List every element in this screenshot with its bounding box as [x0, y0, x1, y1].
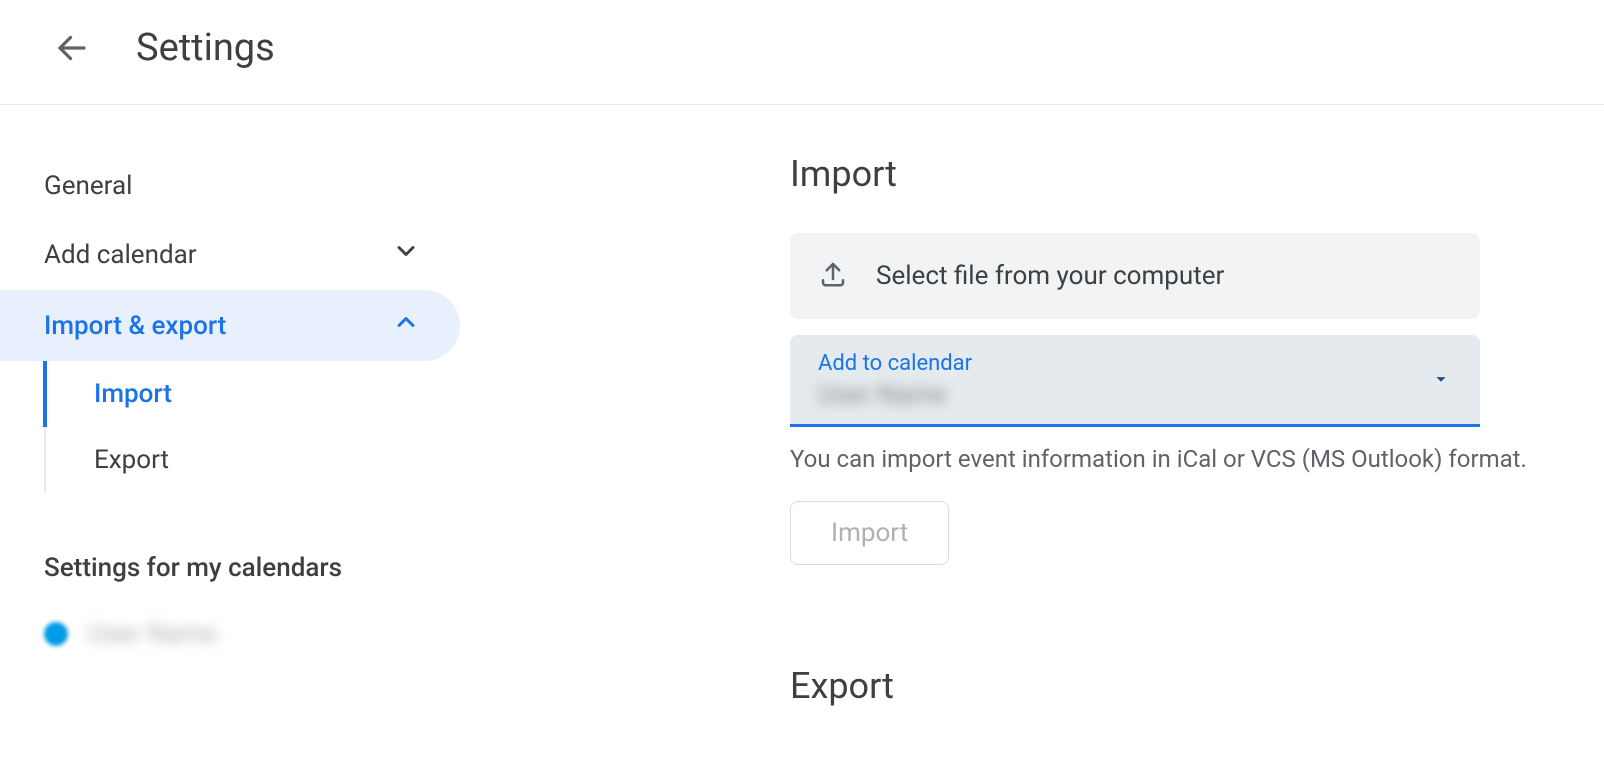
select-file-label: Select file from your computer	[876, 261, 1224, 291]
calendar-color-dot	[44, 622, 68, 646]
sidebar-section-my-calendars: Settings for my calendars	[0, 493, 460, 601]
dropdown-value: User Name	[818, 380, 972, 410]
sidebar-subitem-import[interactable]: Import	[43, 361, 460, 427]
chevron-down-icon	[392, 237, 420, 272]
dropdown-content: Add to calendar User Name	[818, 351, 972, 410]
sidebar-item-general[interactable]: General	[0, 153, 460, 219]
calendar-name: User Name	[88, 619, 217, 649]
import-heading: Import	[790, 153, 1564, 195]
sidebar-item-add-calendar[interactable]: Add calendar	[0, 219, 460, 290]
dropdown-label: Add to calendar	[818, 351, 972, 376]
sidebar-calendar-item[interactable]: User Name	[0, 601, 460, 667]
sidebar-subitems: Import Export	[44, 361, 460, 493]
sidebar-subitem-export[interactable]: Export	[46, 427, 460, 493]
sidebar-item-import-export[interactable]: Import & export	[0, 290, 460, 361]
back-button[interactable]	[48, 24, 96, 72]
upload-icon	[818, 259, 848, 293]
chevron-up-icon	[392, 308, 420, 343]
caret-down-icon	[1430, 368, 1452, 394]
content: General Add calendar Import & export Imp…	[0, 105, 1604, 707]
sidebar-item-label: Add calendar	[44, 240, 197, 270]
import-button[interactable]: Import	[790, 501, 949, 565]
sidebar-item-label: Import & export	[44, 311, 226, 341]
sidebar-item-label: General	[44, 171, 132, 201]
header: Settings	[0, 0, 1604, 105]
export-heading: Export	[790, 665, 1564, 707]
main-content: Import Select file from your computer Ad…	[460, 105, 1604, 707]
add-to-calendar-dropdown[interactable]: Add to calendar User Name	[790, 335, 1480, 427]
page-title: Settings	[136, 26, 275, 70]
select-file-button[interactable]: Select file from your computer	[790, 233, 1480, 319]
arrow-left-icon	[54, 30, 90, 66]
import-helper-text: You can import event information in iCal…	[790, 445, 1564, 473]
sidebar: General Add calendar Import & export Imp…	[0, 105, 460, 707]
